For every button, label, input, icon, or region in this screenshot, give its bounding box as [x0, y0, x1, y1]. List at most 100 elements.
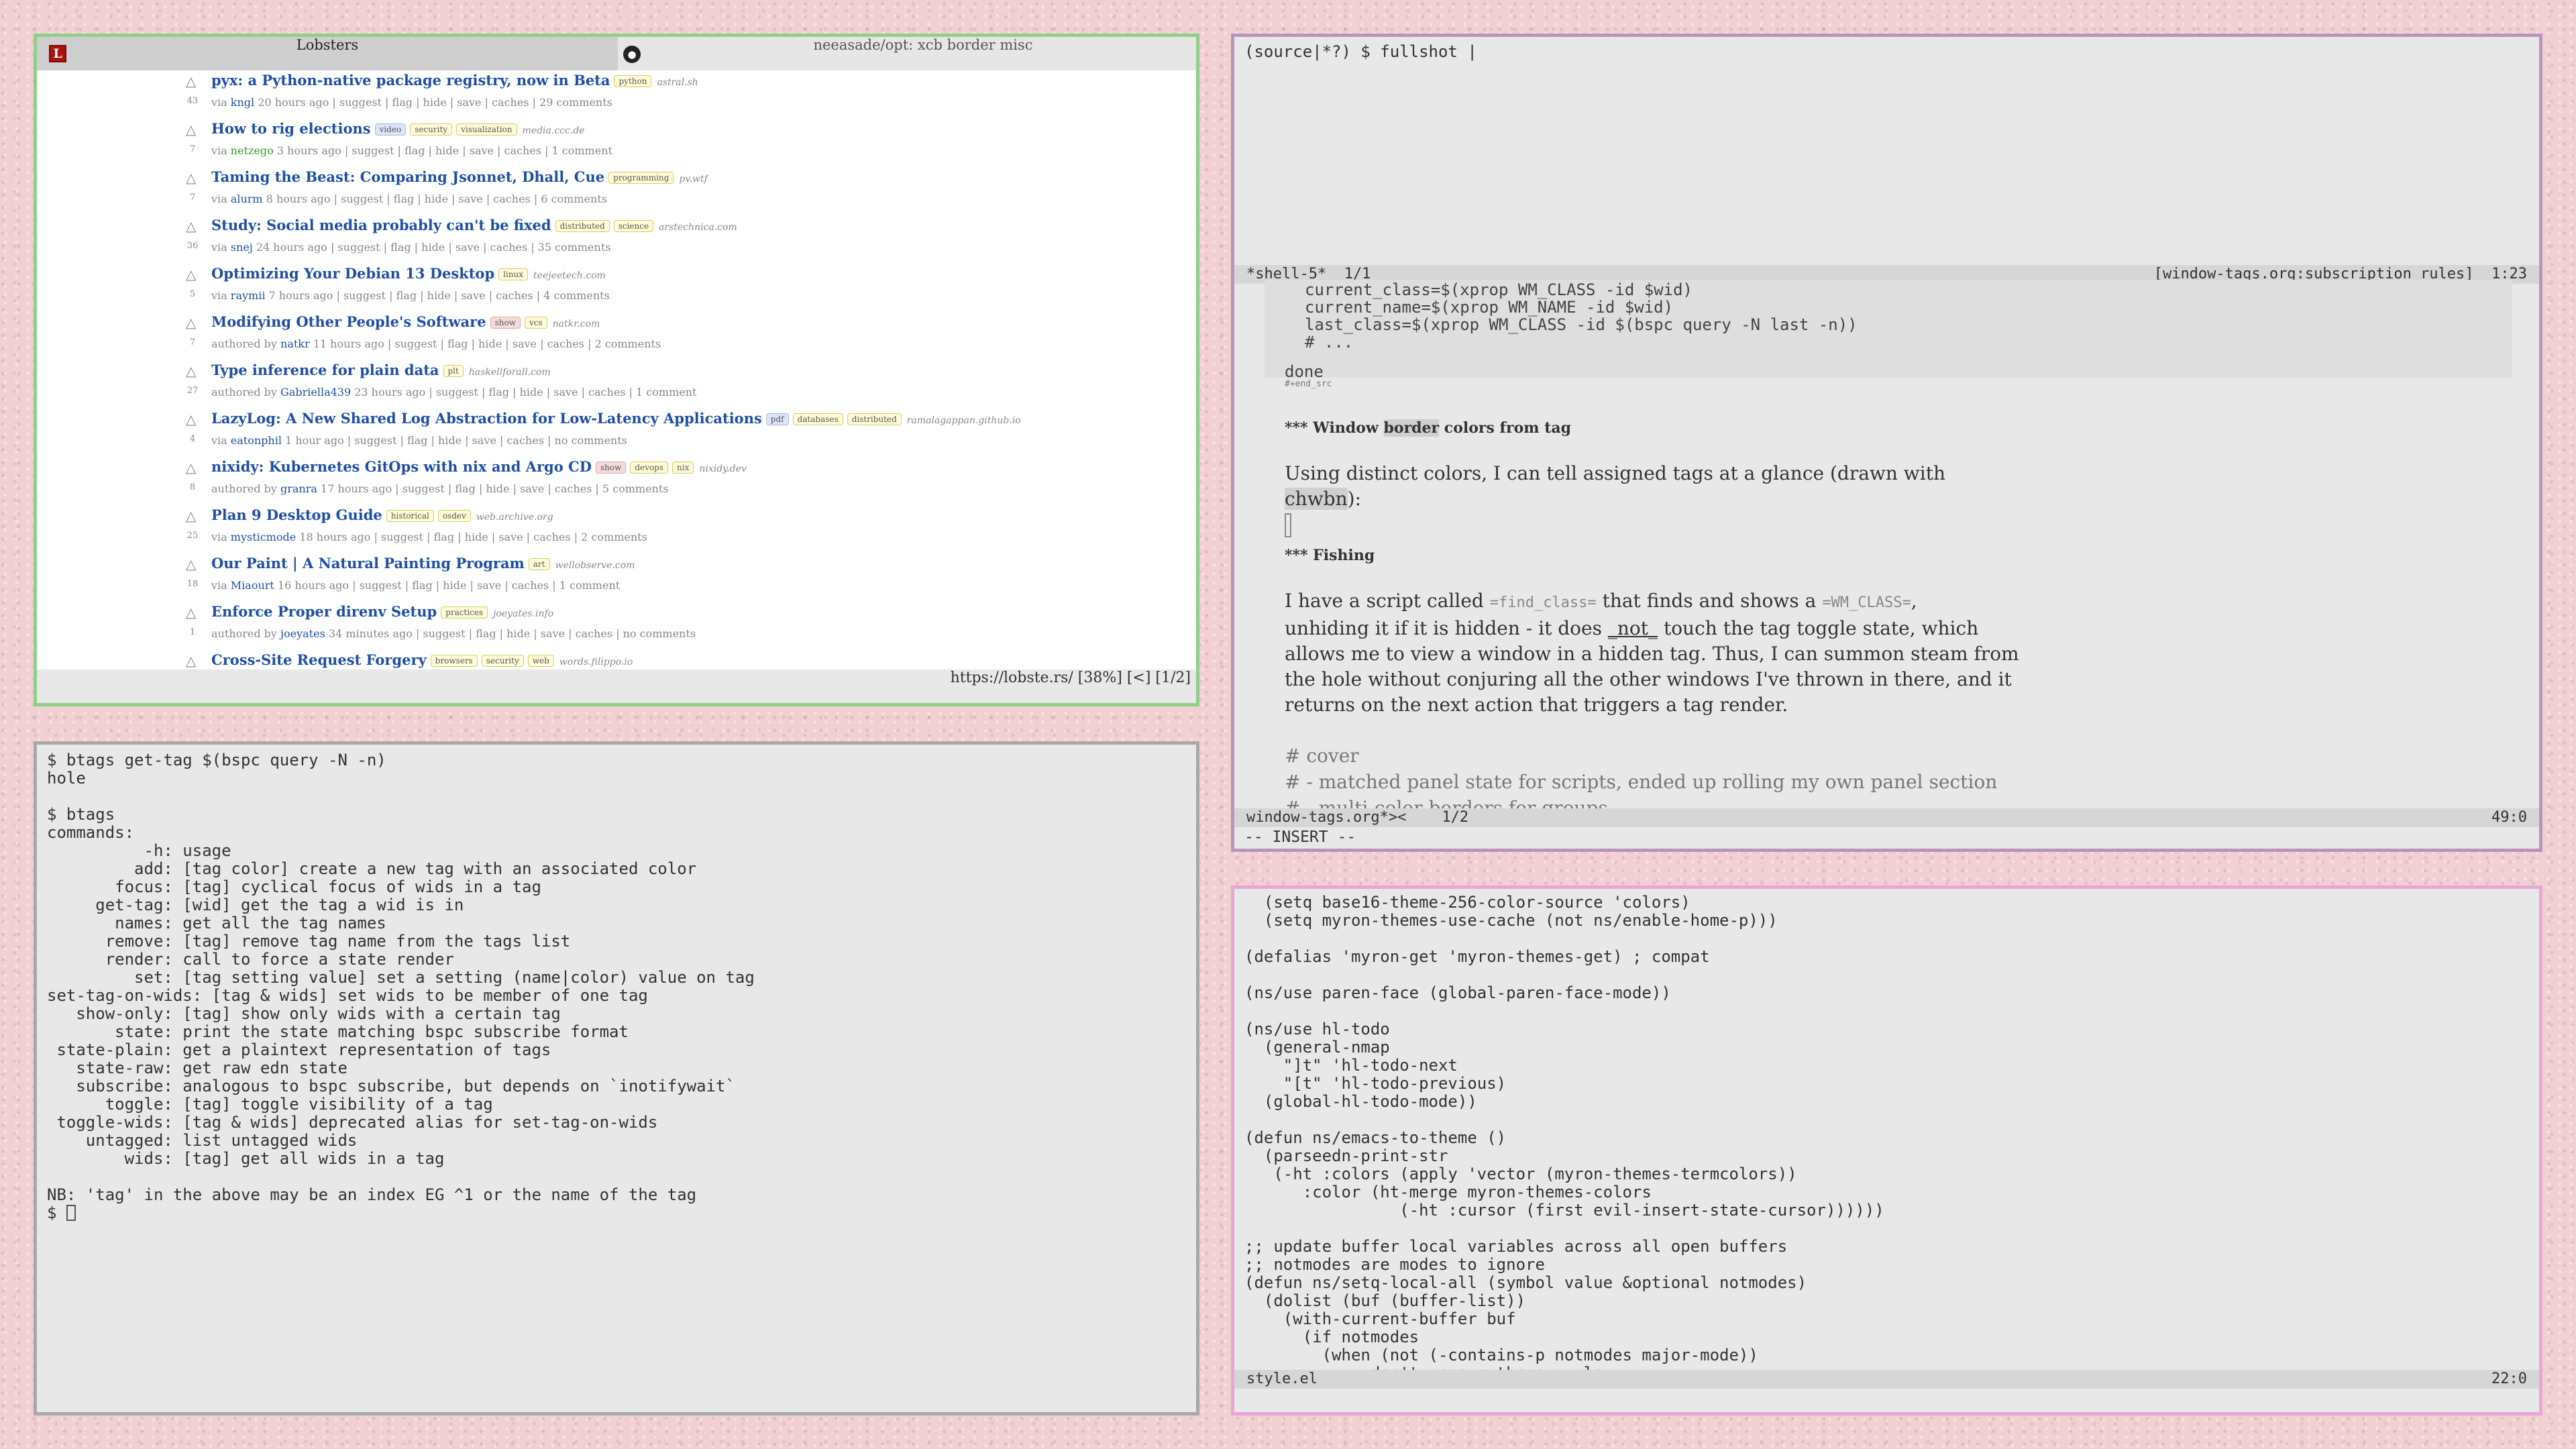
upvote-icon[interactable]: △ [186, 121, 199, 138]
story-tag[interactable]: plt [443, 365, 464, 377]
story-row: △ 25 Plan 9 Desktop Guide historical osdev we… [37, 505, 1196, 553]
story-domain[interactable]: teejeetech.com [533, 270, 606, 281]
story-meta-links[interactable]: 23 hours ago | suggest | flag | hide | s… [354, 386, 696, 398]
upvote-icon[interactable]: △ [186, 411, 199, 427]
story-domain[interactable]: astral.sh [657, 77, 698, 88]
story-title-link[interactable]: How to rig elections [211, 120, 371, 137]
story-tag[interactable]: web [527, 655, 554, 667]
story-domain[interactable]: arstechnica.com [659, 222, 737, 233]
story-meta-links[interactable]: 24 hours ago | suggest | flag | hide | s… [256, 241, 611, 254]
story-byline-prefix: via [211, 241, 227, 254]
story-tag[interactable]: linux [498, 268, 529, 280]
story-meta-links[interactable]: 20 hours ago | suggest | flag | hide | s… [258, 96, 612, 109]
story-title-link[interactable]: nixidy: Kubernetes GitOps with nix and A… [211, 458, 592, 475]
story-user-link[interactable]: natkr [280, 337, 310, 350]
story-tag[interactable]: nix [672, 462, 694, 474]
story-tag[interactable]: databases [792, 413, 843, 425]
story-tag[interactable]: art [528, 558, 550, 570]
upvote-icon[interactable]: △ [186, 315, 199, 331]
browser-window[interactable]: L Lobsters ● neeasade/opt: xcb border mi… [34, 34, 1199, 706]
emacs-window-style[interactable]: (setq base16-theme-256-color-source 'col… [1231, 885, 2542, 1415]
story-tag[interactable]: vcs [524, 317, 547, 329]
shell-prompt[interactable]: (source|*?) $ fullshot | [1244, 42, 1477, 61]
story-user-link[interactable]: eatonphil [231, 434, 282, 447]
upvote-icon[interactable]: △ [186, 73, 199, 89]
story-tag[interactable]: distributed [555, 220, 610, 232]
upvote-icon[interactable]: △ [186, 170, 199, 186]
story-tag[interactable]: pdf [765, 413, 789, 425]
story-user-link[interactable]: joeyates [280, 627, 325, 640]
story-tag[interactable]: devops [630, 462, 669, 474]
story-domain[interactable]: haskellforall.com [469, 367, 551, 378]
story-title-link[interactable]: Modifying Other People's Software [211, 313, 486, 330]
story-meta-links[interactable]: 3 hours ago | suggest | flag | hide | sa… [277, 144, 612, 157]
tab-github-title[interactable]: neeasade/opt: xcb border misc [645, 37, 1196, 70]
emacs-window-org[interactable]: (source|*?) $ fullshot | *shell-5* 1/1 [… [1231, 34, 2542, 852]
story-title-link[interactable]: Taming the Beast: Comparing Jsonnet, Dha… [211, 168, 604, 185]
story-tag[interactable]: browsers [430, 655, 478, 667]
story-title-link[interactable]: Cross-Site Request Forgery [211, 651, 427, 668]
terminal-window[interactable]: $ btags get-tag $(bspc query -N -n) hole… [34, 741, 1199, 1415]
story-title-link[interactable]: pyx: a Python-native package registry, n… [211, 72, 610, 89]
upvote-icon[interactable]: △ [186, 508, 199, 524]
story-domain[interactable]: pv.wtf [679, 174, 707, 184]
upvote-icon[interactable]: △ [186, 604, 199, 621]
story-tag[interactable]: historical [386, 510, 434, 522]
story-meta-links[interactable]: 8 hours ago | suggest | flag | hide | sa… [266, 193, 607, 205]
story-tag[interactable]: programming [608, 172, 674, 184]
story-user-link[interactable]: mysticmode [231, 531, 296, 543]
story-tag[interactable]: osdev [437, 510, 471, 522]
story-user-link[interactable]: granra [280, 482, 317, 495]
story-byline-prefix: via [211, 193, 227, 205]
upvote-icon[interactable]: △ [186, 460, 199, 476]
story-tag[interactable]: show [490, 317, 521, 329]
tab-bar: L Lobsters ● neeasade/opt: xcb border mi… [37, 37, 1196, 70]
story-title-link[interactable]: Type inference for plain data [211, 362, 439, 378]
story-title-link[interactable]: Our Paint | A Natural Painting Program [211, 555, 525, 572]
story-meta-links[interactable]: 18 hours ago | suggest | flag | hide | s… [299, 531, 647, 543]
story-meta-links[interactable]: 7 hours ago | suggest | flag | hide | sa… [269, 289, 610, 302]
story-user-link[interactable]: netzego [231, 144, 274, 157]
story-meta-links[interactable]: 11 hours ago | suggest | flag | hide | s… [313, 337, 661, 350]
story-title-link[interactable]: Study: Social media probably can't be fi… [211, 217, 551, 233]
story-tag[interactable]: video [374, 123, 407, 136]
story-domain[interactable]: wellobserve.com [555, 560, 635, 571]
story-tag[interactable]: python [614, 75, 652, 87]
story-user-link[interactable]: Gabriella439 [280, 386, 351, 398]
story-meta-links[interactable]: 16 hours ago | suggest | flag | hide | s… [278, 579, 620, 592]
story-user-link[interactable]: Miaourt [231, 579, 274, 592]
story-domain[interactable]: web.archive.org [476, 512, 553, 523]
story-tag[interactable]: distributed [847, 413, 902, 425]
story-user-link[interactable]: alurm [231, 193, 263, 205]
story-title-link[interactable]: Enforce Proper direnv Setup [211, 603, 437, 620]
story-tag[interactable]: security [481, 655, 524, 667]
story-tag[interactable]: security [410, 123, 453, 136]
story-tag[interactable]: show [595, 462, 627, 474]
story-user-link[interactable]: kngl [231, 96, 254, 109]
story-meta-links[interactable]: 1 hour ago | suggest | flag | hide | sav… [285, 434, 627, 447]
story-tag[interactable]: visualization [456, 123, 517, 136]
story-tag[interactable]: practices [441, 606, 488, 619]
upvote-icon[interactable]: △ [186, 266, 199, 282]
story-domain[interactable]: nixidy.dev [699, 464, 747, 474]
upvote-icon[interactable]: △ [186, 556, 199, 572]
story-score: 43 [186, 96, 199, 106]
story-title-link[interactable]: Plan 9 Desktop Guide [211, 506, 382, 523]
story-title-link[interactable]: LazyLog: A New Shared Log Abstraction fo… [211, 410, 762, 427]
story-meta-links[interactable]: 17 hours ago | suggest | flag | hide | s… [321, 482, 668, 495]
story-domain[interactable]: ramalagappan.github.io [907, 415, 1021, 426]
upvote-icon[interactable]: △ [186, 218, 199, 234]
tab-lobsters-title[interactable]: Lobsters [37, 37, 618, 70]
story-user-link[interactable]: raymii [231, 289, 266, 302]
story-domain[interactable]: words.filippo.io [559, 657, 633, 667]
story-domain[interactable]: natkr.com [553, 319, 600, 329]
story-domain[interactable]: joeyates.info [493, 608, 553, 619]
story-domain[interactable]: media.ccc.de [523, 125, 585, 136]
story-title-link[interactable]: Optimizing Your Debian 13 Desktop [211, 265, 494, 282]
upvote-icon[interactable]: △ [186, 363, 199, 379]
story-meta-links[interactable]: 34 minutes ago | suggest | flag | hide |… [329, 627, 696, 640]
story-user-link[interactable]: snej [231, 241, 253, 254]
story-score: 27 [186, 386, 199, 396]
upvote-icon[interactable]: △ [186, 653, 199, 669]
story-tag[interactable]: science [613, 220, 654, 232]
